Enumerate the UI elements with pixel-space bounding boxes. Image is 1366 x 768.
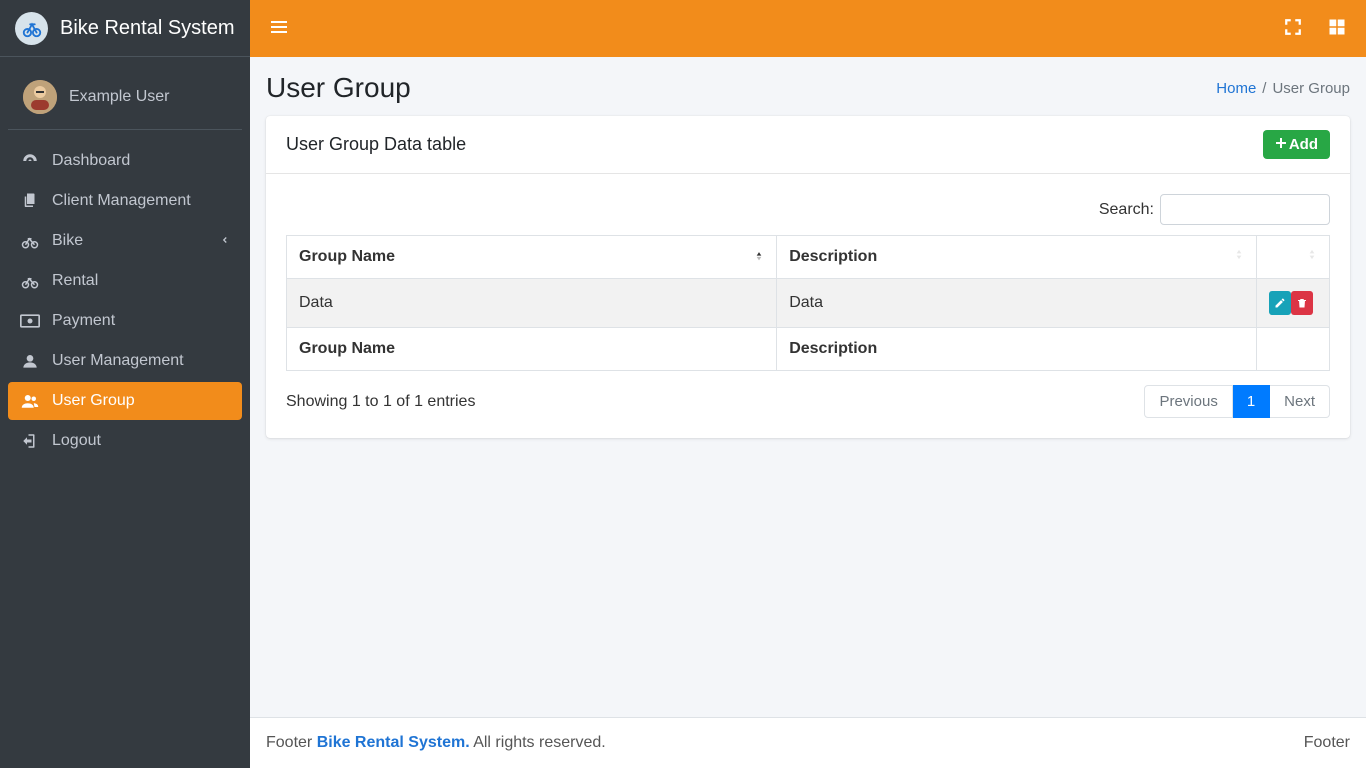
content-header: User Group Home / User Group — [250, 57, 1366, 116]
chevron-left-icon — [220, 232, 230, 250]
brand[interactable]: Bike Rental System — [0, 0, 250, 57]
sort-asc-icon — [752, 248, 766, 267]
nav-label: Payment — [52, 312, 115, 330]
pagination: Previous 1 Next — [1144, 385, 1330, 418]
foot-actions — [1256, 328, 1329, 371]
breadcrumb: Home / User Group — [1216, 80, 1350, 97]
footer-suffix: All rights reserved. — [470, 734, 606, 751]
nav-label: Logout — [52, 432, 101, 450]
footer-left: Footer Bike Rental System. All rights re… — [266, 734, 606, 752]
brand-logo-icon — [15, 12, 48, 45]
nav-label: Rental — [52, 272, 98, 290]
nav-dashboard[interactable]: Dashboard — [8, 142, 242, 180]
bike-icon — [20, 232, 40, 250]
nav-label: User Group — [52, 392, 135, 410]
nav-logout[interactable]: Logout — [8, 422, 242, 460]
sidebar-nav: Dashboard Client Management Bike Rental … — [0, 134, 250, 470]
user-icon — [20, 352, 40, 370]
col-label: Description — [789, 248, 877, 265]
cell-description: Data — [777, 279, 1257, 328]
footer-prefix: Footer — [266, 734, 317, 751]
nav-bike[interactable]: Bike — [8, 222, 242, 260]
files-icon — [20, 192, 40, 210]
col-label: Group Name — [299, 248, 395, 265]
sort-icon — [1305, 248, 1319, 267]
nav-client-management[interactable]: Client Management — [8, 182, 242, 220]
nav-user-group[interactable]: User Group — [8, 382, 242, 420]
cell-group-name: Data — [287, 279, 777, 328]
breadcrumb-home[interactable]: Home — [1216, 80, 1256, 97]
card-body: Search: Group Name Description — [266, 174, 1350, 438]
edit-button[interactable] — [1269, 291, 1291, 315]
footer: Footer Bike Rental System. All rights re… — [250, 717, 1366, 768]
page-next[interactable]: Next — [1270, 385, 1330, 418]
sidebar-toggle-button[interactable] — [266, 15, 292, 42]
content: User Group Data table Add Search: Group … — [250, 116, 1366, 717]
nav-label: Dashboard — [52, 152, 130, 170]
foot-description: Description — [777, 328, 1257, 371]
money-icon — [20, 314, 40, 328]
plus-icon — [1275, 136, 1287, 153]
table-row: Data Data — [287, 279, 1330, 328]
users-icon — [20, 392, 40, 410]
avatar — [23, 80, 57, 114]
cell-actions — [1256, 279, 1329, 328]
card-header: User Group Data table Add — [266, 116, 1350, 174]
user-name[interactable]: Example User — [69, 88, 169, 106]
data-table: Group Name Description — [286, 235, 1330, 371]
card: User Group Data table Add Search: Group … — [266, 116, 1350, 438]
nav-payment[interactable]: Payment — [8, 302, 242, 340]
logout-icon — [20, 432, 40, 450]
delete-button[interactable] — [1291, 291, 1313, 315]
nav-label: User Management — [52, 352, 184, 370]
breadcrumb-sep: / — [1262, 80, 1266, 97]
nav-label: Bike — [52, 232, 83, 250]
page-prev[interactable]: Previous — [1144, 385, 1232, 418]
search-input[interactable] — [1160, 194, 1330, 225]
user-panel: Example User — [8, 65, 242, 130]
nav-label: Client Management — [52, 192, 191, 210]
datatable-top: Search: — [286, 194, 1330, 225]
brand-name: Bike Rental System — [60, 17, 235, 40]
fullscreen-toggle-button[interactable] — [1280, 14, 1306, 43]
col-group-name[interactable]: Group Name — [287, 236, 777, 279]
search-label: Search: — [1099, 201, 1154, 219]
datatable-info: Showing 1 to 1 of 1 entries — [286, 393, 475, 411]
bike-icon — [20, 272, 40, 290]
grid-button[interactable] — [1324, 14, 1350, 43]
footer-right: Footer — [1304, 734, 1350, 752]
card-title: User Group Data table — [286, 134, 466, 155]
sidebar: Bike Rental System Example User Dashboar… — [0, 0, 250, 768]
add-button-label: Add — [1289, 136, 1318, 153]
nav-rental[interactable]: Rental — [8, 262, 242, 300]
datatable-bottom: Showing 1 to 1 of 1 entries Previous 1 N… — [286, 385, 1330, 418]
breadcrumb-current: User Group — [1272, 80, 1350, 97]
dashboard-icon — [20, 152, 40, 170]
nav-user-management[interactable]: User Management — [8, 342, 242, 380]
foot-group-name: Group Name — [287, 328, 777, 371]
page-1[interactable]: 1 — [1233, 385, 1270, 418]
main: User Group Home / User Group User Group … — [250, 0, 1366, 768]
topbar — [250, 0, 1366, 57]
col-description[interactable]: Description — [777, 236, 1257, 279]
col-actions[interactable] — [1256, 236, 1329, 279]
footer-brand-link[interactable]: Bike Rental System. — [317, 734, 470, 751]
sort-icon — [1232, 248, 1246, 267]
add-button[interactable]: Add — [1263, 130, 1330, 159]
page-title: User Group — [266, 72, 411, 104]
